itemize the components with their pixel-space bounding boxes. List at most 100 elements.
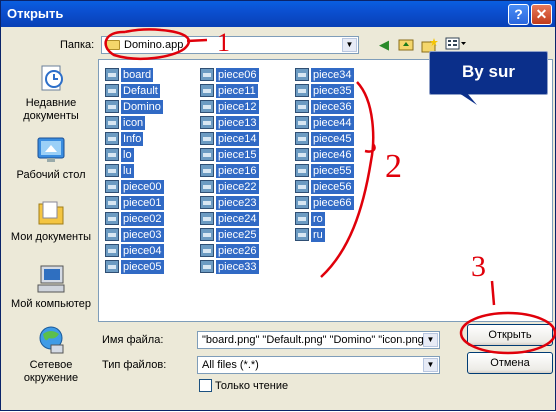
file-item[interactable]: piece11 (198, 83, 258, 99)
file-item[interactable]: piece56 (293, 179, 354, 195)
file-name: piece45 (311, 132, 354, 146)
file-item[interactable]: lu (103, 163, 163, 179)
file-name: piece22 (216, 180, 259, 194)
chevron-down-icon[interactable]: ▼ (342, 38, 357, 52)
help-button[interactable]: ? (508, 4, 529, 25)
places-bar: Недавние документы Рабочий стол Мои доку… (7, 58, 95, 396)
image-file-icon (105, 228, 119, 241)
image-file-icon (105, 164, 119, 177)
image-file-icon (105, 148, 119, 161)
file-item[interactable]: piece25 (198, 227, 259, 243)
place-my-computer[interactable]: Мой компьютер (7, 263, 95, 311)
readonly-checkbox[interactable] (199, 379, 212, 392)
file-name: Default (121, 84, 160, 98)
file-item[interactable]: piece16 (198, 163, 259, 179)
file-item[interactable]: ru (293, 227, 353, 243)
file-name: piece36 (311, 100, 354, 114)
file-item[interactable]: Default (103, 83, 163, 99)
image-file-icon (295, 68, 309, 81)
file-name: piece55 (311, 164, 354, 178)
up-folder-icon[interactable] (397, 37, 415, 53)
file-item[interactable]: piece04 (103, 243, 164, 259)
file-item[interactable]: piece14 (198, 131, 259, 147)
image-file-icon (295, 228, 309, 241)
file-name: piece16 (216, 164, 259, 178)
file-name: piece06 (216, 68, 259, 82)
file-item[interactable]: piece55 (293, 163, 354, 179)
file-item[interactable]: piece35 (293, 83, 354, 99)
file-name: piece04 (121, 244, 164, 258)
image-file-icon (200, 260, 214, 273)
file-item[interactable]: piece26 (198, 243, 259, 259)
file-item[interactable]: piece24 (198, 211, 259, 227)
image-file-icon (295, 212, 309, 225)
filename-value: "board.png" "Default.png" "Domino" "icon… (202, 334, 424, 346)
file-name: piece33 (216, 260, 259, 274)
file-item[interactable]: piece34 (293, 67, 354, 83)
image-file-icon (200, 68, 214, 81)
folder-select[interactable]: Domino.app ▼ (101, 36, 359, 54)
file-item[interactable]: piece22 (198, 179, 259, 195)
image-file-icon (200, 148, 214, 161)
file-name: piece56 (311, 180, 354, 194)
file-name: lo (121, 148, 134, 162)
folder-icon (106, 40, 120, 50)
place-network[interactable]: Сетевое окружение (7, 324, 95, 385)
file-name: board (121, 68, 154, 82)
file-item[interactable]: Domino (103, 99, 163, 115)
image-file-icon (105, 180, 119, 193)
file-item[interactable]: piece66 (293, 195, 354, 211)
file-item[interactable]: piece01 (103, 195, 164, 211)
file-item[interactable]: Info (103, 131, 163, 147)
file-item[interactable]: piece13 (198, 115, 259, 131)
file-item[interactable]: piece45 (293, 131, 354, 147)
file-item[interactable]: lo (103, 147, 163, 163)
file-name: piece12 (216, 100, 259, 114)
place-desktop[interactable]: Рабочий стол (7, 134, 95, 182)
file-item[interactable]: piece23 (198, 195, 259, 211)
file-name: piece01 (121, 196, 164, 210)
file-name: icon (121, 116, 146, 130)
file-item[interactable]: piece02 (103, 211, 164, 227)
callout-tail (459, 93, 477, 105)
readonly-label: Только чтение (215, 380, 289, 392)
back-icon[interactable]: ◀ (375, 37, 393, 53)
file-item[interactable]: piece44 (293, 115, 354, 131)
network-icon (35, 324, 67, 356)
file-item[interactable]: piece15 (198, 147, 259, 163)
folder-value: Domino.app (124, 39, 184, 51)
author-callout: By sur (429, 51, 548, 95)
file-name: piece24 (216, 212, 259, 226)
file-name: piece14 (216, 132, 259, 146)
cancel-button[interactable]: Отмена (467, 352, 553, 374)
file-item[interactable]: ro (293, 211, 353, 227)
file-name: piece13 (216, 116, 259, 130)
open-dialog: Открыть ? ✕ Папка: Domino.app ▼ ◀ Недавн… (0, 0, 556, 411)
file-list[interactable]: board Default Domino icon Info lo lu piece00 pie… (98, 59, 553, 322)
chevron-down-icon[interactable]: ▼ (423, 333, 438, 347)
file-name: piece05 (121, 260, 164, 274)
close-button[interactable]: ✕ (531, 4, 552, 25)
file-item[interactable]: piece36 (293, 99, 354, 115)
filetype-select[interactable]: All files (*.*) ▼ (197, 356, 440, 374)
image-file-icon (295, 196, 309, 209)
place-recent-documents[interactable]: Недавние документы (7, 62, 95, 123)
title-bar: Открыть ? ✕ (1, 1, 555, 27)
file-item[interactable]: icon (103, 115, 163, 131)
file-item[interactable]: piece12 (198, 99, 259, 115)
file-name: ru (311, 228, 325, 242)
file-item[interactable]: piece05 (103, 259, 164, 275)
file-item[interactable]: piece33 (198, 259, 259, 275)
file-item[interactable]: piece00 (103, 179, 164, 195)
file-item[interactable]: board (103, 67, 163, 83)
filetype-label: Тип файлов: (102, 359, 167, 371)
file-name: ro (311, 212, 325, 226)
open-button[interactable]: Открыть (467, 324, 553, 346)
file-item[interactable]: piece46 (293, 147, 354, 163)
place-my-documents[interactable]: Мои документы (7, 196, 95, 244)
file-name: piece23 (216, 196, 259, 210)
file-item[interactable]: piece03 (103, 227, 164, 243)
chevron-down-icon[interactable]: ▼ (423, 358, 438, 372)
file-item[interactable]: piece06 (198, 67, 259, 83)
filename-field[interactable]: "board.png" "Default.png" "Domino" "icon… (197, 331, 440, 349)
